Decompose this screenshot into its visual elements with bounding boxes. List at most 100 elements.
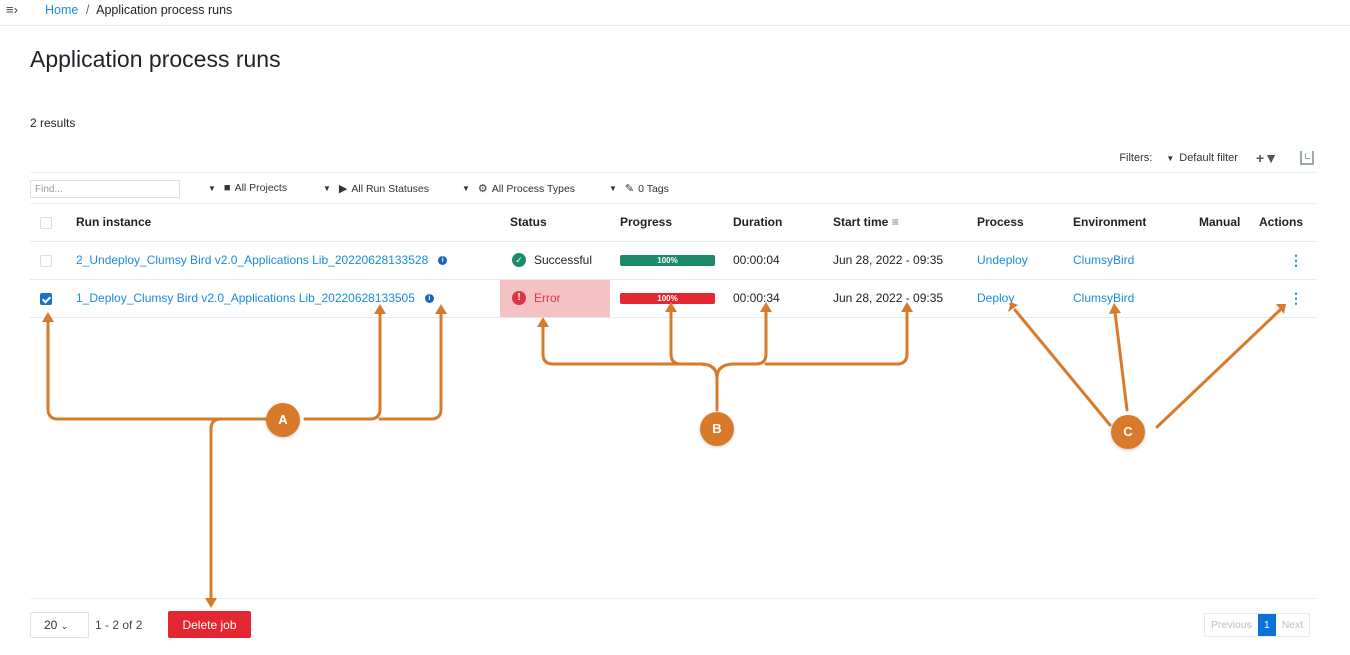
annotation-a-arrow-checkbox bbox=[46, 318, 270, 421]
page-title: Application process runs bbox=[30, 46, 281, 72]
sort-icon[interactable]: ≡ bbox=[892, 215, 899, 229]
row-checkbox[interactable] bbox=[40, 254, 52, 267]
pagination: Previous 1 Next bbox=[1204, 613, 1311, 637]
manual bbox=[1199, 279, 1259, 318]
caret-down-icon: ▼ bbox=[609, 184, 617, 193]
run-statuses-dropdown-label: All Run Statuses bbox=[351, 182, 430, 195]
more-actions-icon[interactable]: ⋮ bbox=[1259, 241, 1317, 280]
run-instance-link[interactable]: 1_Deploy_Clumsy Bird v2.0_Applications L… bbox=[76, 291, 415, 305]
column-process[interactable]: Process bbox=[977, 204, 1073, 242]
process-types-dropdown-label: All Process Types bbox=[491, 182, 576, 195]
projects-dropdown-label: All Projects bbox=[234, 182, 288, 194]
start-time: Jun 28, 2022 - 09:35 bbox=[833, 279, 977, 318]
breadcrumb: Home / Application process runs bbox=[45, 3, 232, 17]
tag-icon: ✎ bbox=[624, 183, 635, 195]
column-duration[interactable]: Duration bbox=[733, 204, 833, 242]
caret-down-icon: ▼ bbox=[462, 184, 470, 193]
arrowhead bbox=[205, 598, 217, 608]
tags-dropdown[interactable]: ▼ ✎ 0 Tags bbox=[609, 182, 669, 196]
info-icon[interactable]: i bbox=[438, 256, 448, 266]
annotation-badge-c: C bbox=[1111, 415, 1145, 449]
duration: 00:00:04 bbox=[733, 241, 833, 280]
table-header-row: Run instance Status Progress Duration St… bbox=[30, 204, 1317, 242]
process-link[interactable]: Deploy bbox=[977, 291, 1014, 305]
start-time: Jun 28, 2022 - 09:35 bbox=[833, 241, 977, 280]
breadcrumb-separator: / bbox=[85, 3, 90, 17]
status-badge: ✓ Successful bbox=[510, 253, 620, 267]
sidebar-toggle-icon[interactable]: ≡› bbox=[6, 2, 18, 17]
page-1-button[interactable]: 1 bbox=[1257, 614, 1276, 636]
play-circle-icon: ▶ bbox=[338, 183, 348, 195]
annotation-c-arrow-process bbox=[1013, 308, 1112, 427]
chevron-down-icon: ⌄ bbox=[60, 621, 69, 631]
annotation-b-arrow-start-time bbox=[764, 308, 909, 366]
filter-select[interactable]: Default filter bbox=[1179, 152, 1238, 164]
add-filter-icon[interactable]: +▼ bbox=[1256, 150, 1278, 166]
run-statuses-dropdown[interactable]: ▼ ▶ All Run Statuses bbox=[323, 182, 430, 196]
page-size-value: 20 bbox=[44, 618, 58, 632]
check-circle-icon: ✓ bbox=[512, 253, 526, 267]
annotation-a-arrow-info bbox=[378, 310, 443, 421]
annotation-b-arrow-progress bbox=[669, 308, 719, 380]
filters-label: Filters: bbox=[1119, 152, 1153, 164]
column-start-time[interactable]: Start time ≡ bbox=[833, 204, 977, 242]
filters-bar: Filters: ▼ Default filter +▼ bbox=[1119, 150, 1314, 166]
runs-table: Run instance Status Progress Duration St… bbox=[30, 204, 1317, 318]
gear-icon: ⚙ bbox=[477, 183, 488, 195]
projects-dropdown[interactable]: ▼ ■ All Projects bbox=[208, 182, 287, 194]
delete-job-button[interactable]: Delete job bbox=[168, 611, 251, 638]
annotation-a-arrow-run-link bbox=[303, 310, 382, 421]
footer-divider bbox=[30, 598, 1317, 599]
column-progress[interactable]: Progress bbox=[620, 204, 733, 242]
annotation-b-arrow-status bbox=[541, 323, 719, 412]
arrowhead bbox=[537, 317, 549, 327]
environment-link[interactable]: ClumsyBird bbox=[1073, 291, 1134, 305]
table-row: 1_Deploy_Clumsy Bird v2.0_Applications L… bbox=[30, 279, 1317, 318]
table-row: 2_Undeploy_Clumsy Bird v2.0_Applications… bbox=[30, 241, 1317, 280]
process-types-dropdown[interactable]: ▼ ⚙ All Process Types bbox=[462, 182, 576, 196]
column-actions: Actions bbox=[1259, 204, 1317, 242]
breadcrumb-home-link[interactable]: Home bbox=[45, 3, 78, 17]
find-input[interactable] bbox=[30, 180, 180, 198]
annotation-overlay bbox=[42, 302, 1286, 608]
row-checkbox[interactable] bbox=[40, 292, 52, 305]
status-label: Successful bbox=[534, 253, 593, 267]
briefcase-icon: ■ bbox=[223, 182, 231, 194]
annotation-a-arrow-delete bbox=[209, 417, 264, 602]
error-circle-icon: ! bbox=[512, 291, 526, 305]
process-link[interactable]: Undeploy bbox=[977, 253, 1028, 267]
table-toolbar: ▼ ■ All Projects ▼ ▶ All Run Statuses ▼ … bbox=[30, 172, 1317, 204]
annotation-badge-a: A bbox=[266, 403, 300, 437]
annotation-c-arrow-environment bbox=[1113, 310, 1129, 412]
next-page-button[interactable]: Next bbox=[1276, 614, 1310, 636]
breadcrumb-current: Application process runs bbox=[96, 3, 233, 17]
caret-down-icon[interactable]: ▼ bbox=[1166, 154, 1174, 163]
info-icon[interactable]: i bbox=[424, 294, 434, 304]
annotation-c-arrow-actions bbox=[1155, 308, 1282, 429]
progress-label: 100% bbox=[657, 255, 678, 265]
column-status[interactable]: Status bbox=[510, 204, 620, 242]
more-actions-icon[interactable]: ⋮ bbox=[1259, 279, 1317, 318]
page-size-select[interactable]: 20 ⌄ bbox=[30, 612, 89, 638]
run-instance-link[interactable]: 2_Undeploy_Clumsy Bird v2.0_Applications… bbox=[76, 253, 428, 267]
column-environment[interactable]: Environment bbox=[1073, 204, 1199, 242]
previous-page-button[interactable]: Previous bbox=[1205, 614, 1258, 636]
select-all-checkbox[interactable] bbox=[40, 217, 52, 230]
column-manual[interactable]: Manual bbox=[1199, 204, 1259, 242]
column-start-time-label: Start time bbox=[833, 215, 889, 230]
progress-bar: 100% bbox=[620, 254, 715, 266]
annotation-b-arrow-duration bbox=[715, 308, 768, 380]
annotation-badge-b: B bbox=[700, 412, 734, 446]
column-run-instance[interactable]: Run instance bbox=[76, 204, 510, 242]
save-filter-icon[interactable] bbox=[1300, 151, 1314, 165]
caret-down-icon: ▼ bbox=[323, 184, 331, 193]
status-label: Error bbox=[534, 291, 561, 305]
pagination-range: 1 - 2 of 2 bbox=[95, 618, 143, 632]
manual bbox=[1199, 241, 1259, 280]
top-bar: ≡› Home / Application process runs bbox=[0, 0, 1350, 26]
progress-label: 100% bbox=[657, 293, 678, 303]
tags-dropdown-label: 0 Tags bbox=[638, 182, 669, 195]
caret-down-icon: ▼ bbox=[208, 183, 216, 193]
environment-link[interactable]: ClumsyBird bbox=[1073, 253, 1134, 267]
results-count: 2 results bbox=[30, 116, 76, 130]
